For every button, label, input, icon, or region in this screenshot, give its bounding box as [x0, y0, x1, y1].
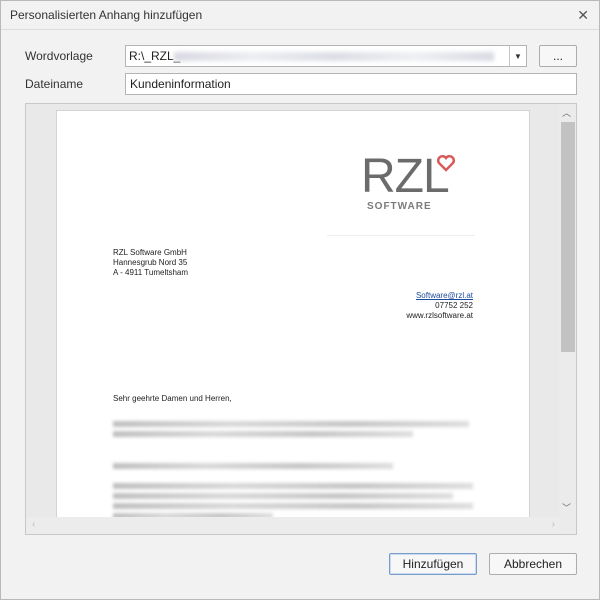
- redacted-text: [113, 483, 473, 489]
- cancel-button[interactable]: Abbrechen: [489, 553, 577, 575]
- window-title: Personalisierten Anhang hinzufügen: [10, 8, 203, 22]
- address-line: RZL Software GmbH: [113, 248, 187, 257]
- close-icon[interactable]: ✕: [577, 7, 589, 24]
- heart-icon: [437, 155, 455, 172]
- sender-address: RZL Software GmbH Hannesgrub Nord 35 A -…: [113, 248, 188, 278]
- scroll-right-icon[interactable]: ›: [552, 519, 555, 530]
- address-line: A - 4911 Tumeltsham: [113, 268, 188, 277]
- greeting-text: Sehr geehrte Damen und Herren,: [113, 394, 232, 403]
- dialog-window: Personalisierten Anhang hinzufügen ✕ Wor…: [0, 0, 600, 600]
- redacted-text: [113, 463, 393, 469]
- logo-subtitle: SOFTWARE: [367, 201, 432, 212]
- dropdown-arrow-icon[interactable]: ▼: [509, 46, 526, 66]
- vertical-scrollbar[interactable]: ︿ ﹀: [559, 104, 576, 534]
- add-button[interactable]: Hinzufügen: [389, 553, 477, 575]
- title-bar: Personalisierten Anhang hinzufügen ✕: [1, 1, 599, 30]
- address-line: Hannesgrub Nord 35: [113, 258, 188, 267]
- wordvorlage-value: R:\_RZL_: [129, 49, 181, 63]
- contact-block: Software@rzl.at 07752 252 www.rzlsoftwar…: [406, 291, 473, 321]
- scroll-left-icon[interactable]: ‹: [32, 519, 35, 530]
- contact-email-link[interactable]: Software@rzl.at: [416, 291, 473, 300]
- contact-phone: 07752 252: [435, 301, 473, 310]
- dateiname-label: Dateiname: [25, 77, 84, 91]
- redacted-text: [113, 431, 413, 437]
- scroll-up-icon[interactable]: ︿: [562, 106, 571, 119]
- contact-web: www.rzlsoftware.at: [406, 311, 473, 320]
- browse-button[interactable]: ...: [539, 45, 577, 67]
- redacted-text: [113, 503, 473, 509]
- wordvorlage-row: Wordvorlage: [25, 49, 125, 63]
- dateiname-input[interactable]: Kundeninformation: [125, 73, 577, 95]
- redacted-text: [113, 421, 469, 427]
- redacted-text: [113, 493, 453, 499]
- rzl-logo: RZL SOFTWARE: [361, 149, 457, 219]
- horizontal-scrollbar[interactable]: ‹ ›: [26, 517, 561, 534]
- wordvorlage-label: Wordvorlage: [25, 49, 93, 63]
- header-divider: [327, 235, 475, 236]
- document-preview[interactable]: RZL SOFTWARE RZL Software GmbH Hannesgru…: [25, 103, 577, 535]
- dateiname-row: Dateiname: [25, 77, 125, 91]
- redacted-path: [174, 52, 494, 61]
- scroll-down-icon[interactable]: ﹀: [562, 501, 571, 514]
- vertical-scroll-thumb[interactable]: [561, 122, 575, 352]
- wordvorlage-combobox[interactable]: R:\_RZL_ ▼: [125, 45, 527, 67]
- preview-page: RZL SOFTWARE RZL Software GmbH Hannesgru…: [56, 110, 530, 530]
